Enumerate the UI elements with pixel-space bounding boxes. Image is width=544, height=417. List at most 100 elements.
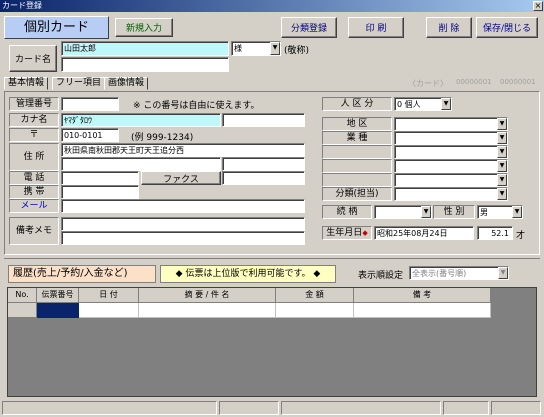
grid-header-no[interactable]: No. (8, 288, 37, 303)
tab-image-info[interactable]: 画像情報 (104, 77, 149, 90)
phone-label: 電 話 (9, 171, 59, 185)
chevron-down-icon: ▼ (497, 132, 507, 144)
mgmt-number-input[interactable] (61, 97, 119, 111)
industry-select[interactable]: ▼ (394, 131, 508, 145)
history-label: 履歴(売上/予約/入金など) (8, 265, 156, 283)
fax-label: ファクス (141, 171, 221, 185)
mobile-input[interactable] (61, 185, 139, 199)
tab-free-items[interactable]: フリー項目 (52, 77, 106, 90)
card-type-badge: 個別カード (4, 16, 109, 39)
grid-cell-amount[interactable] (276, 303, 354, 318)
history-grid[interactable]: No. 伝票番号 日 付 摘 要 / 件 名 金 額 備 考 (7, 287, 537, 397)
address-line1-input[interactable]: 秋田県南秋田郡天王町天王追分西 (61, 143, 305, 157)
display-order-select[interactable]: 全表示(番号順) ▼ (409, 266, 509, 280)
mgmt-number-label: 管理番号 (9, 97, 59, 111)
status-pane-3 (281, 401, 441, 415)
age-unit: 才 (516, 231, 526, 241)
kana-name-extra-input[interactable] (222, 113, 305, 127)
save-close-button[interactable]: 保存/閉じる (476, 17, 538, 38)
email-label[interactable]: メール (9, 199, 59, 213)
memo-line2-input[interactable] (61, 231, 305, 245)
chevron-down-icon: ▼ (497, 118, 507, 130)
grid-cell-date[interactable] (79, 303, 139, 318)
zip-example: (例 999-1234) (131, 133, 194, 143)
region-select[interactable]: ▼ (394, 117, 508, 131)
delete-button[interactable]: 削 除 (426, 17, 472, 38)
grid-cell-notes[interactable] (354, 303, 491, 318)
status-pane-4 (443, 401, 489, 415)
mgmt-number-note: ※ この番号は自由に使えます。 (133, 101, 260, 111)
blank-label-3 (322, 173, 392, 187)
person-type-value: 0 個人 (397, 100, 421, 109)
category-select-2[interactable]: ▼ (394, 159, 508, 173)
chevron-down-icon: ▼ (497, 188, 507, 200)
birthday-label: 生年月日◆ (322, 226, 372, 240)
chevron-down-icon: ▼ (497, 146, 507, 158)
mobile-label: 携 帯 (9, 185, 59, 199)
grid-header-summary[interactable]: 摘 要 / 件 名 (139, 288, 276, 303)
person-type-select[interactable]: 0 個人 ▼ (394, 97, 452, 111)
address-label: 住 所 (9, 143, 59, 171)
category-owner-select[interactable]: ▼ (394, 187, 508, 201)
category-select-1[interactable]: ▼ (394, 145, 508, 159)
status-pane-1 (2, 401, 217, 415)
card-name-label: カード名 (9, 45, 57, 72)
card-name-input[interactable]: 山田太郎 (61, 41, 229, 56)
tab-basic-info[interactable]: 基本情報 (4, 77, 49, 90)
relation-label: 続 柄 (322, 205, 372, 219)
row-header-1[interactable] (8, 303, 37, 318)
age-value: 52.1 (477, 226, 513, 240)
email-input[interactable] (61, 199, 305, 213)
honorific-value: 様 (234, 44, 242, 53)
blank-label-2 (322, 159, 392, 173)
grid-header-notes[interactable]: 備 考 (354, 288, 491, 303)
card-total: 00000001 (500, 78, 536, 86)
card-counter-label: 〈カード〉 (408, 79, 448, 88)
display-order-value: 全表示(番号順) (412, 269, 467, 278)
new-entry-button[interactable]: 新規入力 (115, 18, 173, 37)
kana-name-label: カナ名 (9, 113, 59, 127)
grid-header-slip-number[interactable]: 伝票番号 (37, 288, 79, 303)
card-name-line2-input[interactable] (61, 57, 229, 72)
fax-input[interactable] (222, 171, 305, 185)
address-line3-input[interactable] (222, 157, 305, 171)
window-title-bar: カード登録 (0, 0, 544, 12)
slip-notice: ◆ 伝票は上位版で利用可能です。 ◆ (160, 265, 336, 283)
category-select-3[interactable]: ▼ (394, 173, 508, 187)
history-divider (4, 258, 540, 259)
status-pane-5 (491, 401, 541, 415)
honorific-select[interactable]: 様 ▼ (231, 41, 281, 56)
close-window-button[interactable]: × (533, 1, 543, 11)
chevron-down-icon: ▼ (512, 206, 522, 218)
industry-label: 業 種 (322, 131, 392, 145)
honorific-note: (敬称) (284, 46, 310, 56)
blank-label-1 (322, 145, 392, 159)
address-line2-input[interactable] (61, 157, 221, 171)
display-order-label: 表示順設定 (358, 271, 404, 281)
grid-cell-selected[interactable] (37, 303, 79, 318)
phone-input[interactable] (61, 171, 139, 185)
print-button[interactable]: 印 刷 (348, 17, 404, 38)
chevron-down-icon: ▼ (270, 42, 280, 55)
register-category-button[interactable]: 分類登録 (281, 17, 337, 38)
chevron-down-icon: ▼ (497, 174, 507, 186)
person-type-label: 人 区 分 (322, 97, 392, 111)
gender-label: 性 別 (433, 205, 475, 219)
birthday-marker: ◆ (362, 229, 368, 237)
grid-header-date[interactable]: 日 付 (79, 288, 139, 303)
memo-label: 備考メモ (9, 217, 59, 245)
card-number: 00000001 (456, 78, 492, 86)
gender-select[interactable]: 男 ▼ (477, 205, 523, 219)
kana-name-input[interactable]: ﾔﾏﾀﾞﾀﾛｳ (61, 113, 221, 127)
zip-input[interactable]: 010-0101 (61, 128, 119, 142)
category-label: 分類(担当) (322, 187, 392, 201)
birthday-label-text: 生年月日 (326, 228, 363, 238)
birthday-input[interactable]: 昭和25年08月24日 (374, 226, 474, 240)
grid-header-amount[interactable]: 金 額 (276, 288, 354, 303)
chevron-down-icon: ▼ (498, 267, 508, 279)
relation-select[interactable]: ▼ (374, 205, 432, 219)
grid-cell-summary[interactable] (139, 303, 276, 318)
status-pane-2 (219, 401, 279, 415)
memo-line1-input[interactable] (61, 217, 305, 231)
zip-label: 〒 (9, 128, 59, 142)
